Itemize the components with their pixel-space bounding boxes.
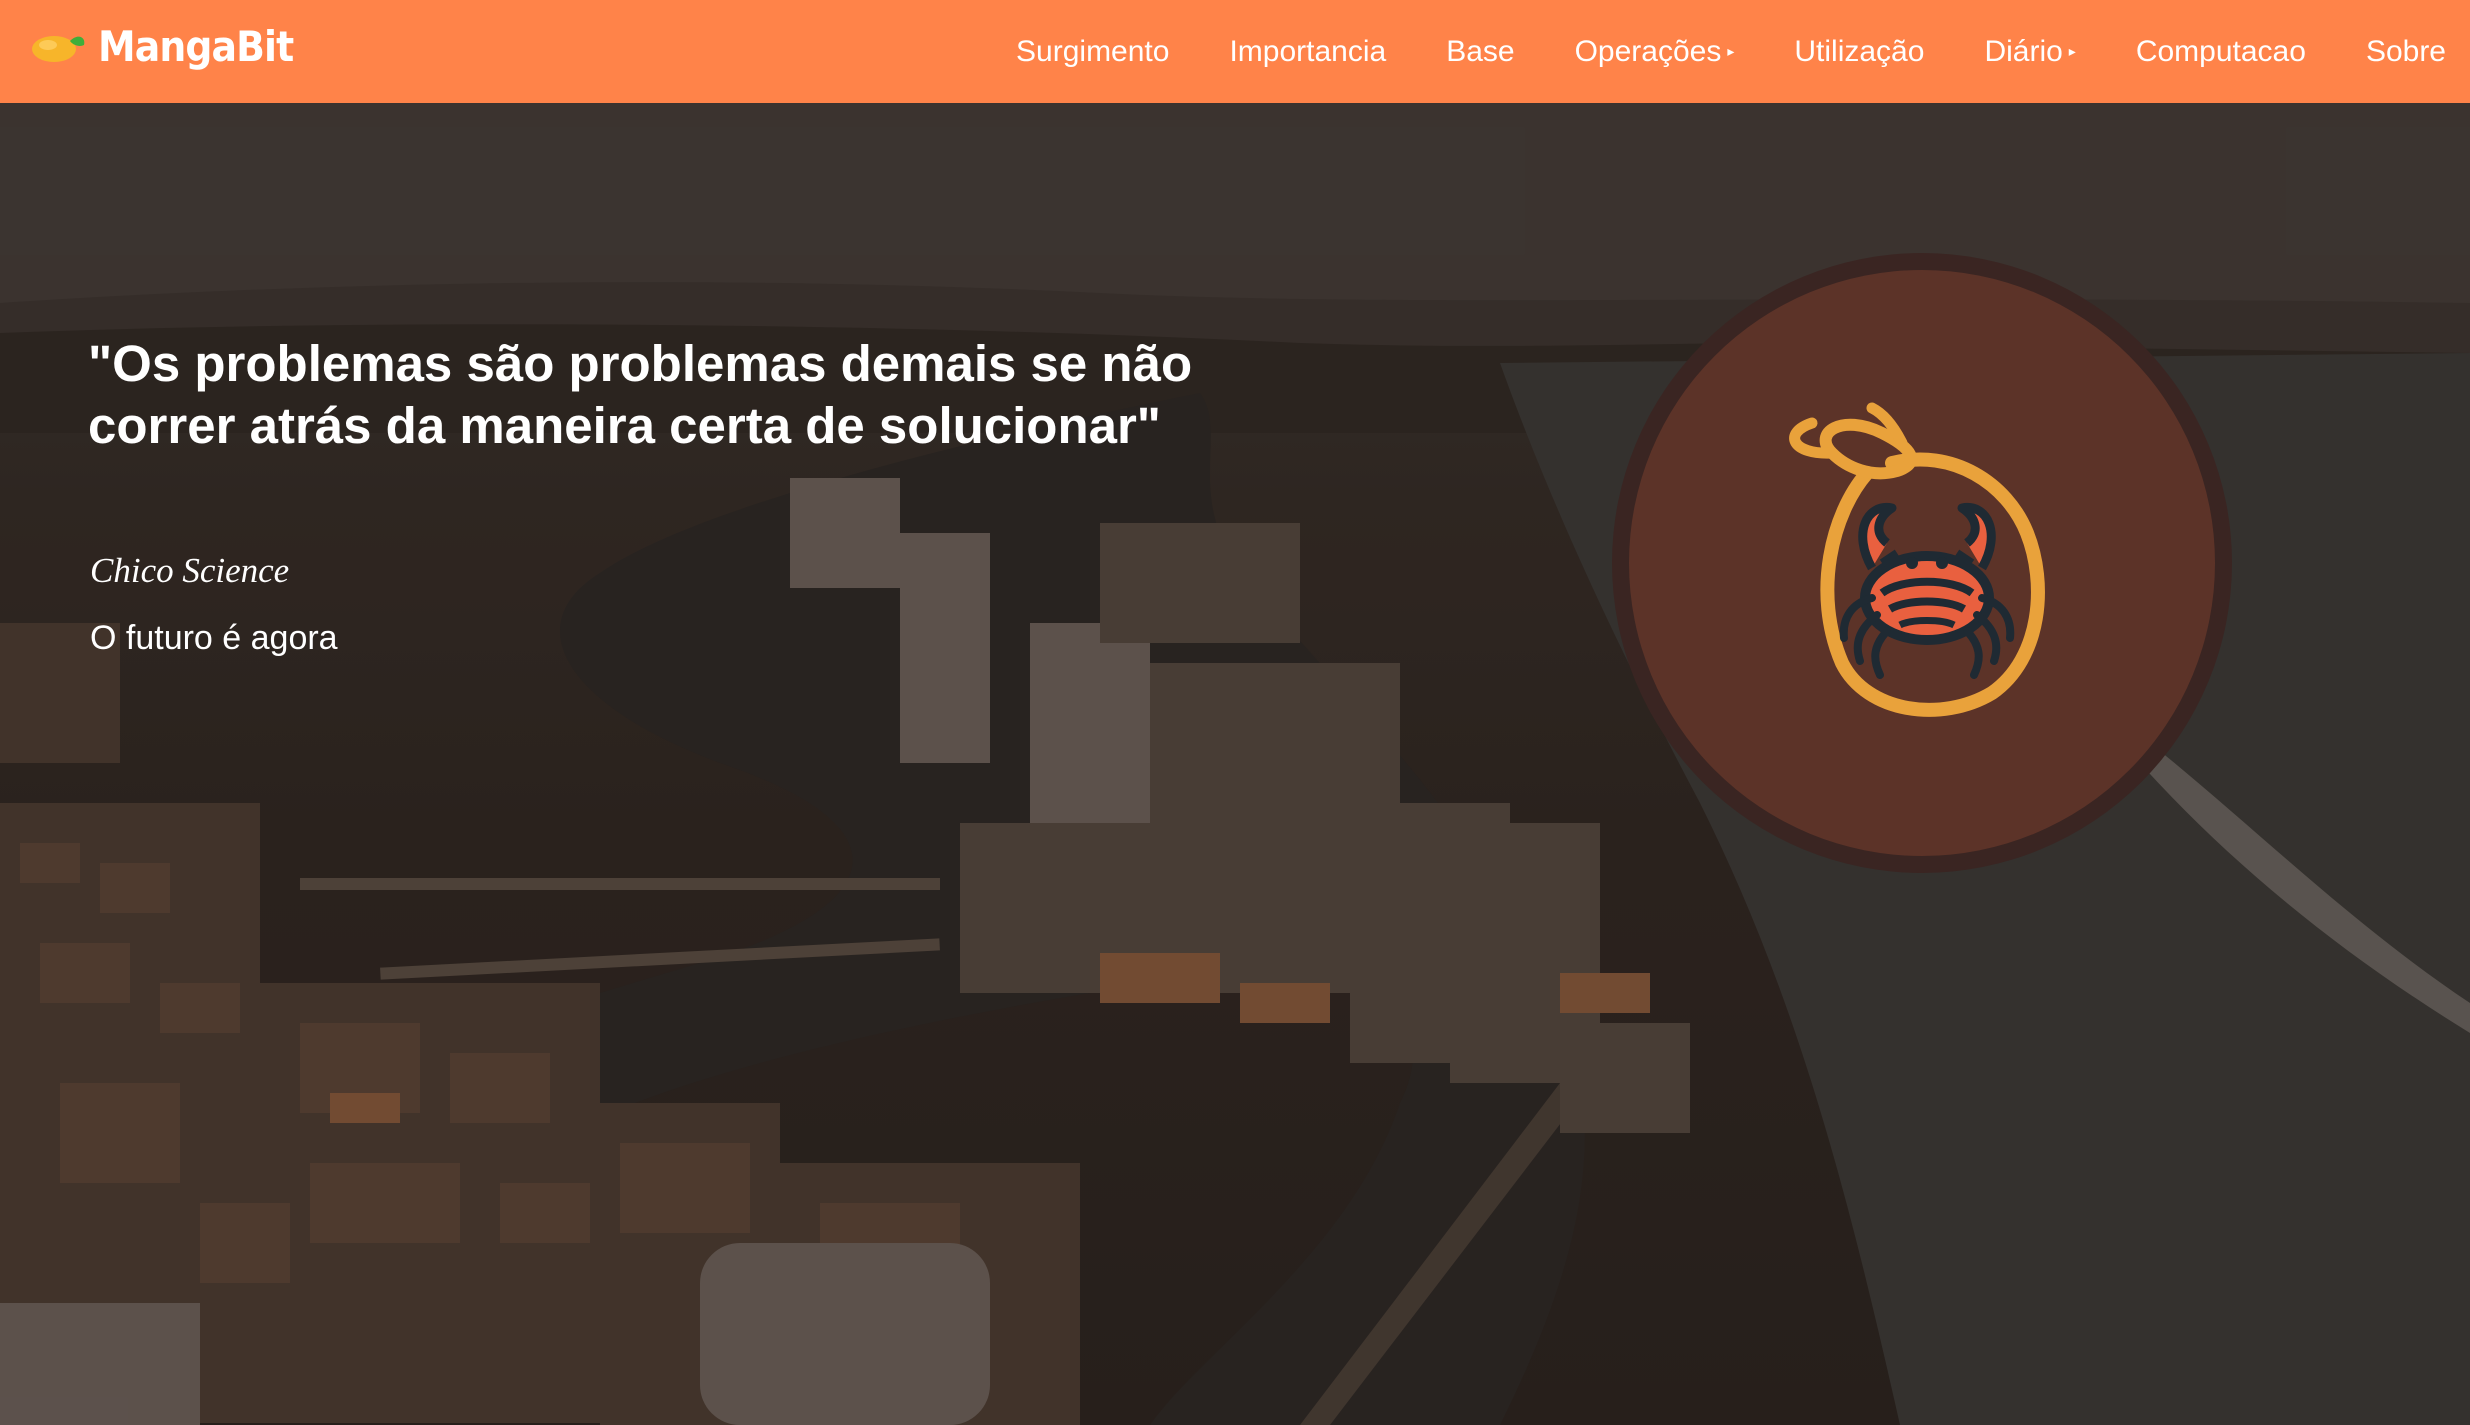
crab-mango-icon bbox=[1789, 402, 2045, 717]
caret-right-icon: ▸ bbox=[1727, 43, 1735, 59]
emblem-badge bbox=[1612, 253, 2232, 873]
brand-name: MangaBit bbox=[98, 22, 294, 71]
hero-section: "Os problemas são problemas demais se nã… bbox=[0, 103, 2470, 1425]
emblem-badge-inner bbox=[1629, 270, 2215, 856]
brand[interactable]: MangaBit bbox=[30, 22, 315, 71]
top-navbar: MangaBit Surgimento Importancia Base Ope… bbox=[0, 0, 2470, 103]
nav-item-label: Surgimento bbox=[1016, 34, 1170, 68]
caret-right-icon: ▸ bbox=[2068, 43, 2076, 59]
nav-item-label: Base bbox=[1446, 34, 1515, 68]
hero-quote: "Os problemas são problemas demais se nã… bbox=[88, 335, 1193, 454]
hero-tagline: O futuro é agora bbox=[90, 619, 338, 657]
nav-item-computacao[interactable]: Computacao bbox=[2136, 35, 2306, 69]
nav-links: Surgimento Importancia Base Operações ▸ U… bbox=[956, 0, 2446, 103]
nav-item-base[interactable]: Base bbox=[1446, 35, 1514, 69]
nav-item-label: Utilização bbox=[1794, 34, 1925, 68]
nav-item-operacoes[interactable]: Operações ▸ bbox=[1575, 35, 1735, 69]
nav-item-label: Diário bbox=[1984, 34, 2063, 68]
quote-author: Chico Science bbox=[90, 551, 290, 590]
nav-item-label: Computacao bbox=[2135, 34, 2306, 68]
nav-item-label: Sobre bbox=[2365, 34, 2446, 68]
nav-item-label: Operações bbox=[1574, 34, 1722, 68]
nav-item-diario[interactable]: Diário ▸ bbox=[1984, 35, 2075, 69]
nav-item-importancia[interactable]: Importancia bbox=[1229, 35, 1386, 69]
mango-icon bbox=[32, 35, 85, 62]
nav-item-utilizacao[interactable]: Utilização bbox=[1794, 35, 1924, 69]
nav-item-label: Importancia bbox=[1229, 34, 1387, 68]
nav-item-sobre[interactable]: Sobre bbox=[2366, 35, 2446, 69]
nav-item-surgimento[interactable]: Surgimento bbox=[1016, 35, 1169, 69]
